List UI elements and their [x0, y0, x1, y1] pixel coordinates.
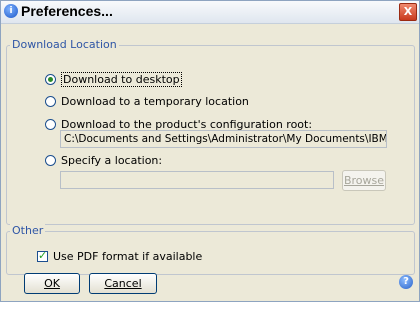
- radio-button-config-root[interactable]: [45, 118, 56, 130]
- use-pdf-checkbox[interactable]: [37, 249, 48, 262]
- close-button[interactable]: X: [399, 3, 417, 21]
- ok-button-label: OK: [44, 277, 60, 290]
- radio-label-specify: Specify a location:: [61, 153, 163, 167]
- radio-button-desktop[interactable]: [45, 73, 56, 85]
- window-title: Preferences...: [21, 3, 113, 19]
- ok-button[interactable]: OK: [24, 273, 80, 294]
- cancel-button-label: Cancel: [104, 277, 142, 290]
- radio-specify-location[interactable]: Specify a location:: [45, 152, 162, 168]
- use-pdf-checkbox-row[interactable]: Use PDF format if available: [37, 248, 202, 264]
- browse-button[interactable]: Browse: [342, 170, 386, 191]
- help-question-icon[interactable]: ?: [399, 275, 413, 289]
- download-location-legend: Download Location: [10, 38, 119, 51]
- radio-download-temporary[interactable]: Download to a temporary location: [45, 93, 249, 109]
- specify-location-input[interactable]: [60, 171, 334, 189]
- config-root-path-field: C:\Documents and Settings\Administrator\…: [60, 130, 387, 148]
- cancel-button[interactable]: Cancel: [89, 273, 157, 294]
- radio-button-temporary[interactable]: [45, 95, 56, 107]
- preferences-dialog: i Preferences... X Download Location Dow…: [0, 0, 420, 302]
- radio-label-temporary: Download to a temporary location: [61, 94, 249, 108]
- radio-button-specify[interactable]: [45, 154, 56, 166]
- other-legend: Other: [10, 224, 46, 237]
- use-pdf-label: Use PDF format if available: [53, 249, 203, 263]
- radio-label-desktop: Download to desktop: [61, 71, 182, 87]
- radio-download-desktop[interactable]: Download to desktop: [45, 71, 182, 87]
- radio-label-config-root: Download to the product's configuration …: [61, 117, 313, 131]
- info-circle-icon: i: [4, 4, 18, 18]
- title-bar[interactable]: i Preferences... X: [1, 1, 419, 24]
- browse-button-label: Browse: [343, 174, 385, 187]
